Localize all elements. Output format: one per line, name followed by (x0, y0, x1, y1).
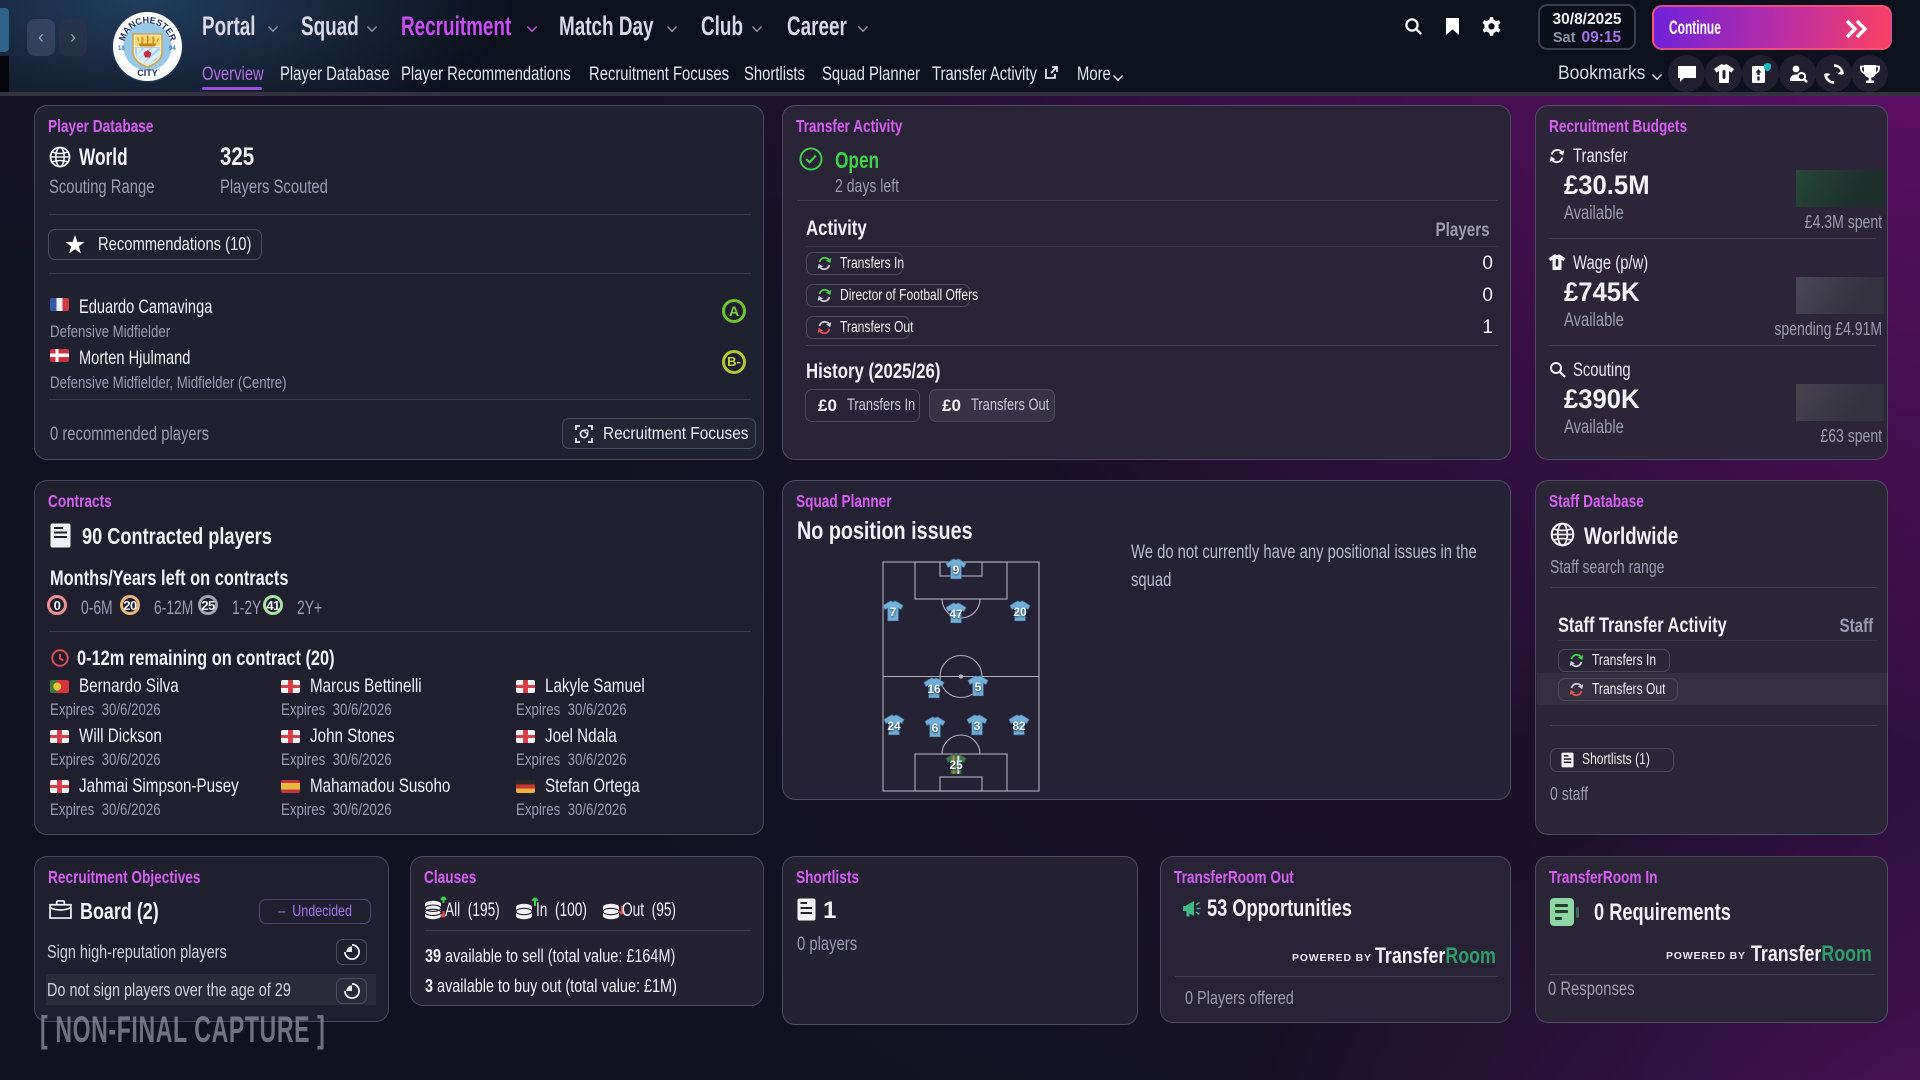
svg-text:18: 18 (118, 46, 125, 52)
svg-text:CITY: CITY (137, 68, 158, 78)
svg-text:94: 94 (169, 46, 176, 52)
